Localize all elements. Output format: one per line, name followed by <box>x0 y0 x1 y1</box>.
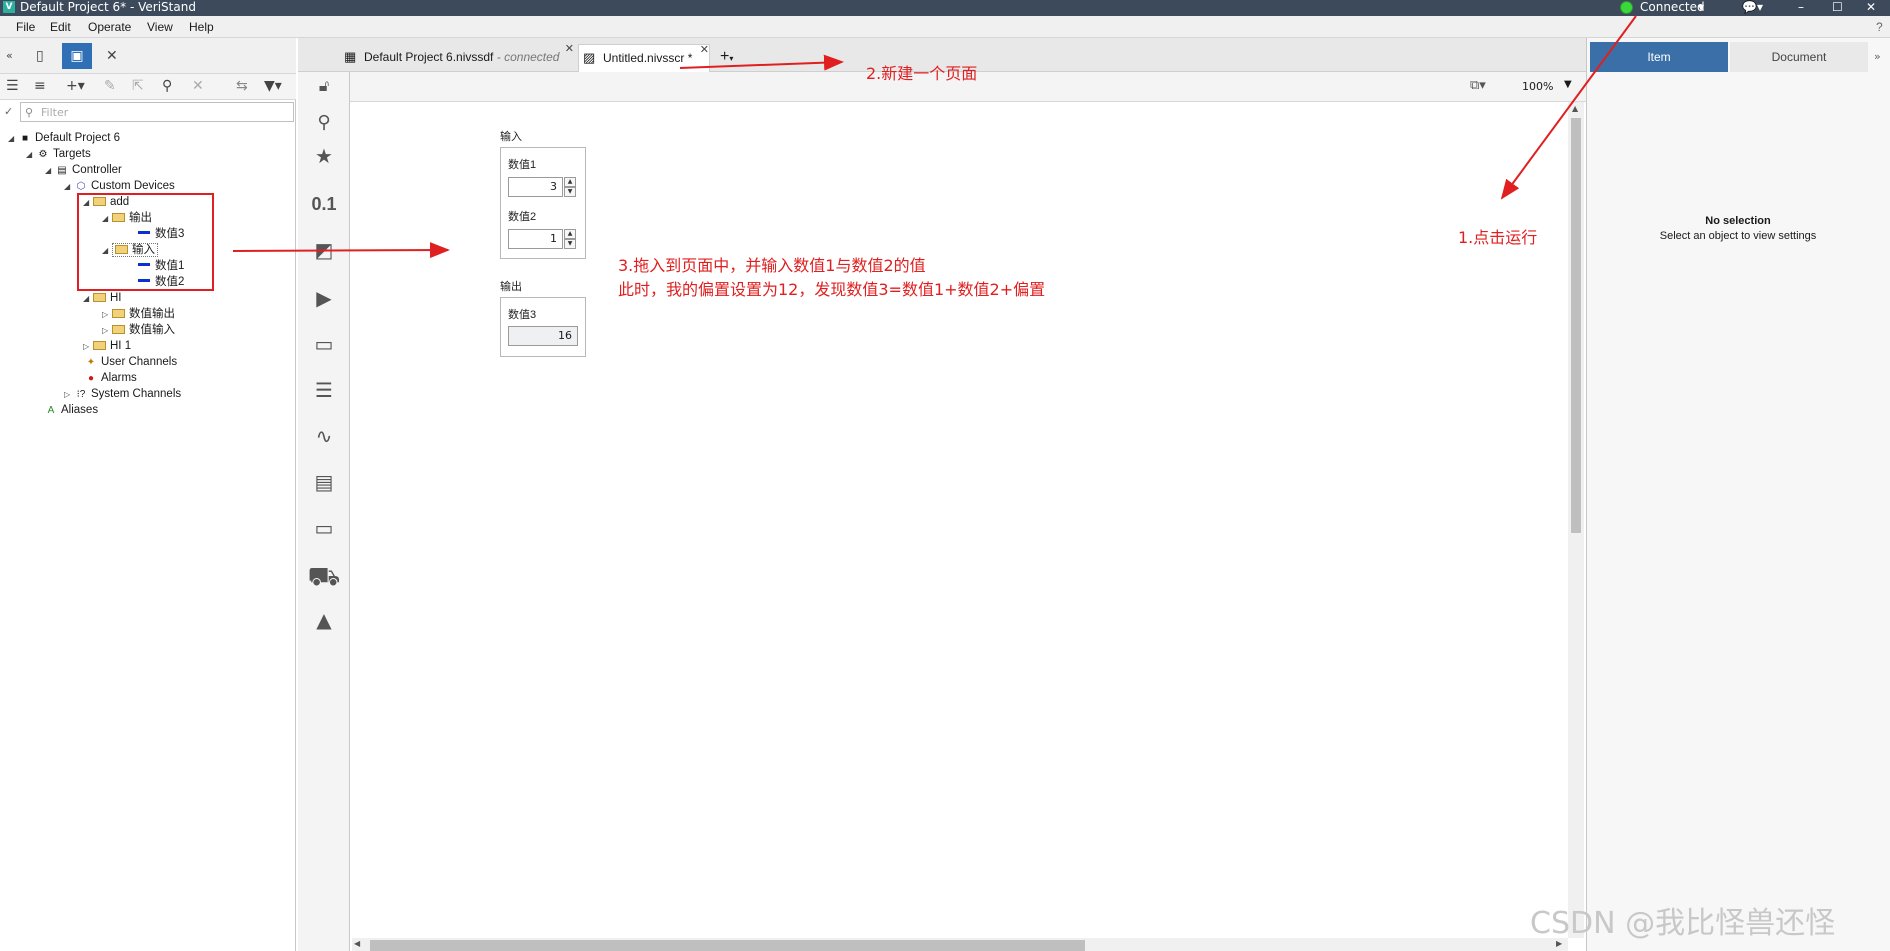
annotation-step3-line2: 此时，我的偏置设置为12，发现数值3=数值1+数值2+偏置 <box>618 280 1046 299</box>
annotation-arrows <box>232 15 1637 259</box>
annotation-step1: 1.点击运行 <box>1458 228 1538 247</box>
annotation-step2: 2.新建一个页面 <box>866 64 978 83</box>
watermark: CSDN @我比怪兽还怪 <box>1530 906 1836 941</box>
annotation-step3-line1: 3.拖入到页面中，并输入数值1与数值2的值 <box>618 256 926 275</box>
